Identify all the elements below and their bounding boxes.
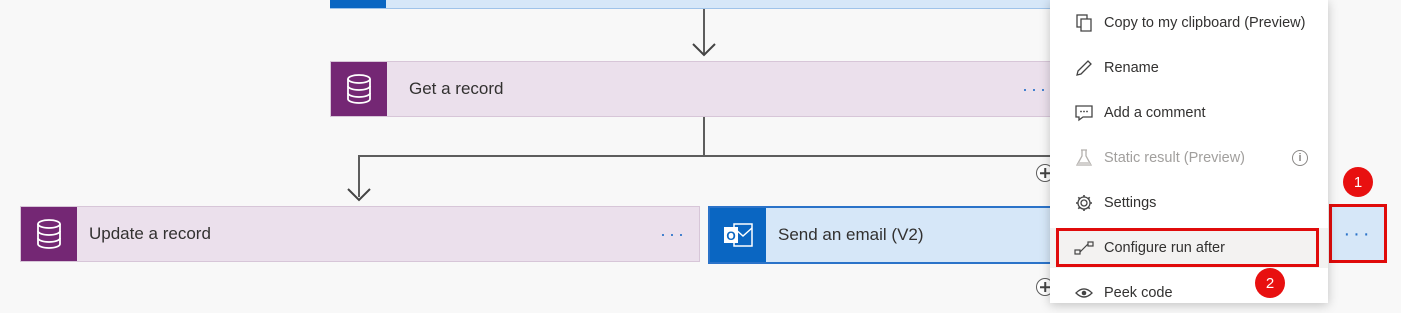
update-record-card[interactable]: Update a record ··· (20, 206, 700, 262)
get-record-card[interactable]: Get a record ··· (330, 61, 1052, 117)
flask-icon (1074, 148, 1094, 168)
menu-item-add-comment[interactable]: Add a comment (1050, 93, 1328, 133)
highlight-box-configure-run-after (1056, 228, 1319, 267)
copy-icon (1074, 13, 1094, 33)
send-email-title: Send an email (V2) (778, 225, 924, 244)
send-email-card[interactable]: O Send an email (V2) (708, 206, 1054, 264)
step-badge-2: 2 (1255, 268, 1285, 298)
gear-icon (1074, 193, 1094, 213)
pencil-icon (1074, 58, 1094, 78)
menu-item-rename[interactable]: Rename (1050, 48, 1328, 88)
arrow-down-icon (347, 188, 371, 202)
database-icon (21, 207, 77, 261)
eye-icon (1074, 283, 1094, 303)
info-icon[interactable]: i (1292, 150, 1308, 166)
menu-item-static-result: Static result (Preview) i (1050, 138, 1328, 178)
menu-item-copy-clipboard[interactable]: Copy to my clipboard (Preview) (1050, 3, 1328, 43)
connector-line (703, 117, 705, 157)
arrow-down-icon (692, 43, 716, 57)
branch-line (358, 155, 1050, 157)
previous-action-card[interactable] (330, 0, 1052, 9)
get-record-more-button[interactable]: ··· (1022, 80, 1049, 98)
get-record-title: Get a record (409, 79, 504, 98)
highlight-box-ellipsis (1329, 204, 1387, 263)
outlook-icon: O (710, 208, 766, 262)
update-record-more-button[interactable]: ··· (660, 225, 687, 243)
step-badge-1: 1 (1343, 167, 1373, 197)
update-record-title: Update a record (89, 224, 211, 243)
comment-icon (1074, 103, 1094, 123)
menu-item-peek-code[interactable]: Peek code (1050, 273, 1328, 313)
menu-item-settings[interactable]: Settings (1050, 183, 1328, 223)
svg-text:O: O (726, 229, 735, 243)
database-icon (331, 62, 387, 116)
previous-action-icon (330, 0, 386, 8)
